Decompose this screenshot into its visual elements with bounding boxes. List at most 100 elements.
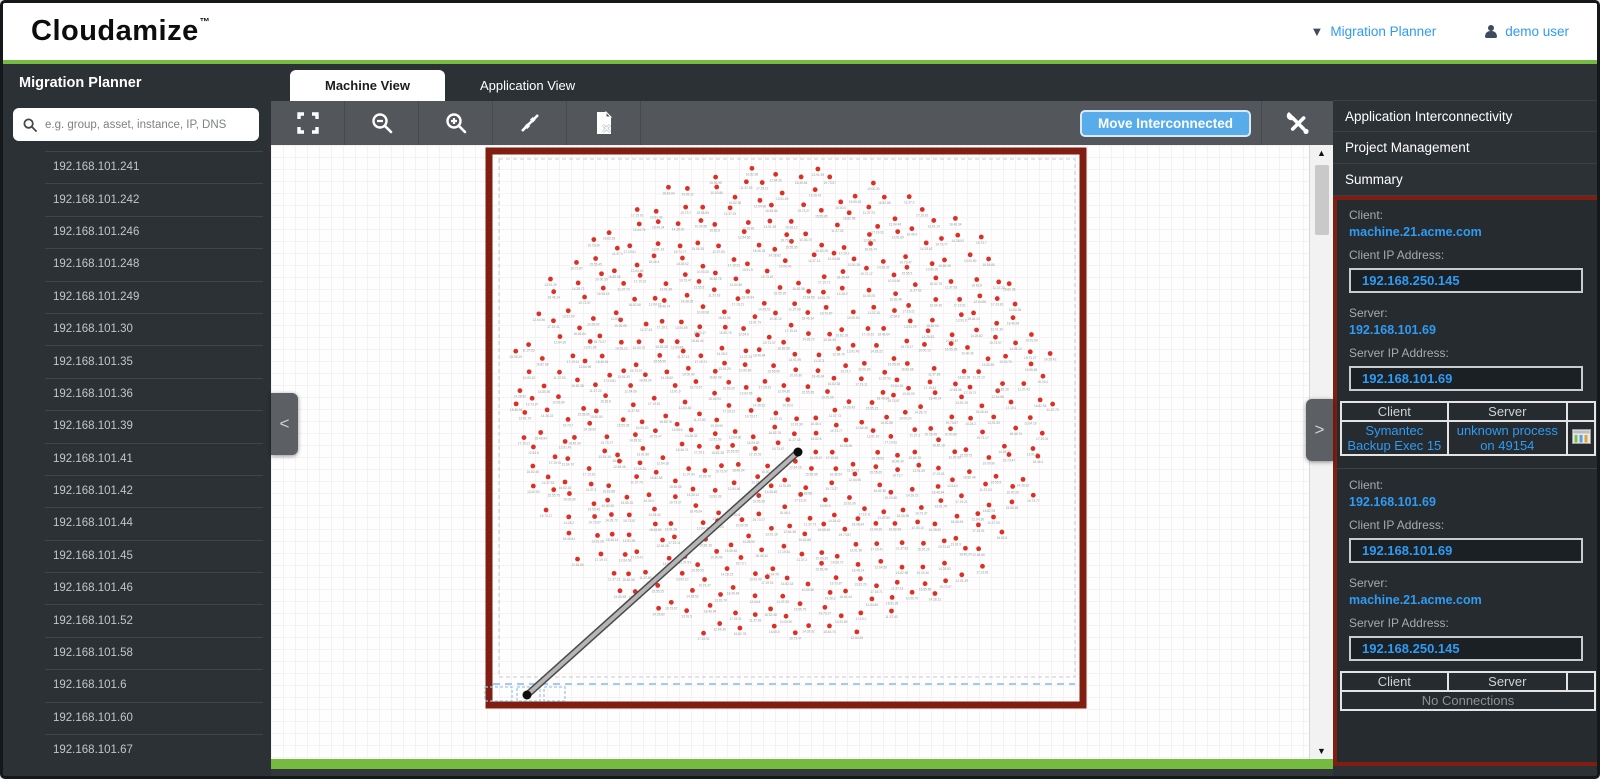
list-item[interactable]: 192.168.101.41	[3, 443, 271, 475]
client-ip-field[interactable]: 192.168.101.69	[1349, 538, 1583, 563]
list-item[interactable]: 192.168.101.67	[3, 734, 271, 766]
list-item[interactable]: 192.168.101.35	[3, 345, 271, 377]
scroll-thumb[interactable]	[1315, 165, 1329, 235]
topology-canvas[interactable]: 10.00.011.37.1312.64.2613.91.3914.28.521…	[271, 145, 1309, 759]
view-tabbar: Machine View Application View	[271, 64, 1333, 101]
svg-text:13.91.9: 13.91.9	[951, 542, 962, 546]
collapse-panel-tab[interactable]: >	[1306, 399, 1333, 461]
svg-text:17.19.61: 17.19.61	[583, 473, 596, 477]
clear-canvas-button[interactable]	[567, 101, 641, 145]
svg-text:10.00.10: 10.00.10	[523, 376, 536, 380]
svg-text:17.19.71: 17.19.71	[595, 558, 608, 562]
scroll-up-arrow[interactable]: ▲	[1310, 145, 1333, 161]
scroll-down-arrow[interactable]: ▼	[1310, 743, 1333, 759]
svg-text:16.82.88: 16.82.88	[608, 275, 621, 279]
svg-text:18.46.14: 18.46.14	[929, 397, 942, 401]
list-item[interactable]: 192.168.101.44	[3, 507, 271, 539]
list-item[interactable]: 192.168.101.36	[3, 378, 271, 410]
svg-text:19.73.37: 19.73.37	[526, 402, 539, 406]
list-item[interactable]: 192.168.101.58	[3, 637, 271, 669]
list-item[interactable]: 192.168.101.46	[3, 572, 271, 604]
section-header-summary[interactable]: Summary	[1333, 164, 1600, 196]
svg-text:19.73.17: 19.73.17	[745, 414, 758, 418]
svg-text:18.46.64: 18.46.64	[753, 354, 766, 358]
list-item[interactable]: 192.168.101.246	[3, 216, 271, 248]
svg-text:18.46.64: 18.46.64	[534, 437, 547, 441]
svg-text:18.46.94: 18.46.94	[708, 397, 721, 401]
svg-text:18.46.84: 18.46.84	[649, 528, 662, 532]
search-input[interactable]	[45, 119, 249, 131]
list-item[interactable]: 192.168.101.42	[3, 475, 271, 507]
client-process-link[interactable]: Symantec Backup Exec 15	[1341, 421, 1448, 455]
search-box[interactable]	[13, 108, 259, 141]
svg-text:17.19.91: 17.19.91	[862, 333, 875, 337]
svg-text:19.73.47: 19.73.47	[772, 447, 785, 451]
svg-text:16.82.8: 16.82.8	[971, 284, 982, 288]
svg-text:12.64.6: 12.64.6	[750, 600, 761, 604]
svg-text:17.19.61: 17.19.61	[778, 550, 791, 554]
list-item[interactable]: 192.168.101.6	[3, 669, 271, 701]
list-item[interactable]: 192.168.101.30	[3, 313, 271, 345]
svg-text:13.91.59: 13.91.59	[848, 263, 861, 267]
list-item[interactable]: 192.168.101.45	[3, 540, 271, 572]
connection-tool-button[interactable]	[493, 101, 567, 145]
svg-text:16.82.48: 16.82.48	[764, 613, 777, 617]
svg-text:19.73.7: 19.73.7	[680, 211, 691, 215]
svg-text:16.82.98: 16.82.98	[622, 578, 635, 582]
svg-text:10.00.90: 10.00.90	[983, 461, 996, 465]
list-item[interactable]: 192.168.101.249	[3, 281, 271, 313]
svg-text:10.00.0: 10.00.0	[820, 504, 831, 508]
section-header-project-management[interactable]: Project Management	[1333, 132, 1600, 164]
svg-text:13.91.69: 13.91.69	[584, 345, 597, 349]
section-header-application-interconnectivity[interactable]: Application Interconnectivity	[1333, 100, 1600, 132]
move-interconnected-button[interactable]: Move Interconnected	[1080, 110, 1251, 137]
product-menu-dropdown[interactable]: ▼ Migration Planner	[1311, 24, 1437, 39]
tab-application-view[interactable]: Application View	[445, 70, 610, 101]
svg-text:12.64.56: 12.64.56	[875, 565, 888, 569]
list-item[interactable]: 192.168.101.242	[3, 183, 271, 215]
svg-text:19.73.37: 19.73.37	[901, 345, 914, 349]
server-ip-field[interactable]: 192.168.250.145	[1349, 636, 1583, 661]
collapse-sidebar-tab[interactable]: <	[271, 393, 298, 455]
server-process-link[interactable]: unknown process on 49154	[1448, 421, 1567, 455]
list-item[interactable]: 192.168.101.248	[3, 248, 271, 280]
client-link[interactable]: 192.168.101.69	[1349, 495, 1587, 509]
svg-text:13.91.99: 13.91.99	[562, 315, 575, 319]
svg-text:14.28.82: 14.28.82	[747, 441, 760, 445]
client-ip-field[interactable]: 192.168.250.145	[1349, 268, 1583, 293]
svg-text:11.37.43: 11.37.43	[640, 328, 652, 332]
svg-text:13.91.9: 13.91.9	[681, 615, 692, 619]
server-ip-field[interactable]: 192.168.101.69	[1349, 366, 1583, 391]
details-grid-icon[interactable]	[1572, 429, 1591, 444]
settings-tools-button[interactable]	[1261, 101, 1333, 145]
svg-text:19.73.77: 19.73.77	[830, 429, 843, 433]
server-link[interactable]: machine.21.acme.com	[1349, 593, 1587, 607]
svg-text:16.82.28: 16.82.28	[996, 388, 1009, 392]
svg-text:14.28.22: 14.28.22	[906, 493, 919, 497]
list-item[interactable]: 192.168.101.60	[3, 702, 271, 734]
fit-to-screen-button[interactable]	[271, 101, 345, 145]
server-label: Server:	[1349, 306, 1587, 320]
client-link[interactable]: machine.21.acme.com	[1349, 225, 1587, 239]
zoom-in-button[interactable]	[419, 101, 493, 145]
svg-text:11.37.73: 11.37.73	[829, 414, 841, 418]
user-menu[interactable]: demo user	[1484, 24, 1569, 39]
svg-text:12.64.66: 12.64.66	[624, 390, 637, 394]
svg-text:10.00.0: 10.00.0	[835, 206, 846, 210]
server-link[interactable]: 192.168.101.69	[1349, 323, 1587, 337]
list-item[interactable]: 192.168.101.39	[3, 410, 271, 442]
svg-text:12.64.16: 12.64.16	[789, 465, 802, 469]
column-header-actions	[1567, 402, 1595, 421]
svg-text:12.64.6: 12.64.6	[528, 451, 539, 455]
svg-text:10.00.30: 10.00.30	[790, 374, 803, 378]
svg-text:15.55.95: 15.55.95	[888, 363, 901, 367]
svg-text:12.64.96: 12.64.96	[579, 365, 592, 369]
svg-text:18.46.4: 18.46.4	[907, 233, 918, 237]
list-item[interactable]: 192.168.101.52	[3, 604, 271, 636]
svg-text:12.64.86: 12.64.86	[828, 257, 841, 261]
list-item[interactable]: 192.168.101.241	[3, 151, 271, 183]
tab-machine-view[interactable]: Machine View	[290, 70, 445, 101]
zoom-out-button[interactable]	[345, 101, 419, 145]
svg-text:14.28.82: 14.28.82	[661, 376, 674, 380]
svg-text:17.19.71: 17.19.71	[695, 360, 708, 364]
